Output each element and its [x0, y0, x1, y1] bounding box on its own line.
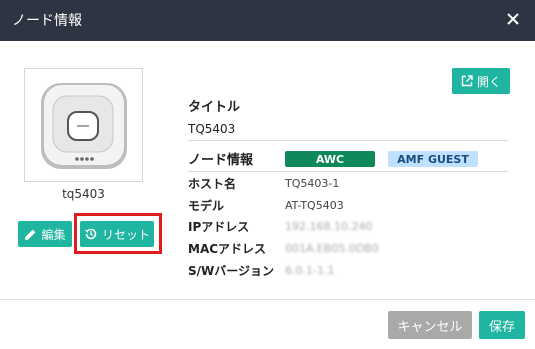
- model-value: AT-TQ5403: [285, 199, 344, 212]
- sw-version-label: S/Wバージョン: [188, 264, 275, 278]
- amf-guest-badge: AMF GUEST: [388, 151, 478, 167]
- awc-badge: AWC: [285, 151, 375, 167]
- ip-address-label: IPアドレス: [188, 220, 250, 234]
- device-name: tq5403: [62, 187, 105, 201]
- close-icon[interactable]: [503, 9, 523, 29]
- sw-version-value: 6.0.1-1.1: [285, 264, 335, 277]
- open-button-label: 開く: [476, 74, 501, 89]
- ip-address-value: 192.168.10.240: [285, 220, 373, 233]
- title-value: TQ5403: [188, 122, 236, 136]
- open-button[interactable]: 開く: [452, 68, 510, 94]
- node-info-label: ノード情報: [188, 153, 254, 168]
- save-button[interactable]: 保存: [479, 311, 525, 339]
- mac-address-value: 001A.EB05.0DB0: [285, 242, 379, 255]
- title-label: タイトル: [188, 100, 241, 115]
- dialog-header: ノード情報: [0, 0, 535, 41]
- cancel-button[interactable]: キャンセル: [388, 311, 472, 339]
- device-image: [24, 68, 143, 182]
- hostname-value: TQ5403-1: [285, 177, 340, 190]
- divider: [188, 140, 508, 141]
- footer-divider: [0, 299, 535, 300]
- pencil-icon: [24, 228, 37, 241]
- reset-highlight-box: [74, 213, 162, 254]
- mac-address-label: MACアドレス: [188, 242, 267, 256]
- hostname-label: ホスト名: [188, 177, 237, 191]
- model-label: モデル: [188, 199, 225, 213]
- edit-button[interactable]: 編集: [18, 221, 72, 247]
- access-point-icon: [41, 83, 127, 169]
- dialog-title: ノード情報: [12, 13, 82, 29]
- edit-button-label: 編集: [41, 227, 66, 242]
- divider: [188, 171, 508, 172]
- external-link-icon: [461, 75, 473, 87]
